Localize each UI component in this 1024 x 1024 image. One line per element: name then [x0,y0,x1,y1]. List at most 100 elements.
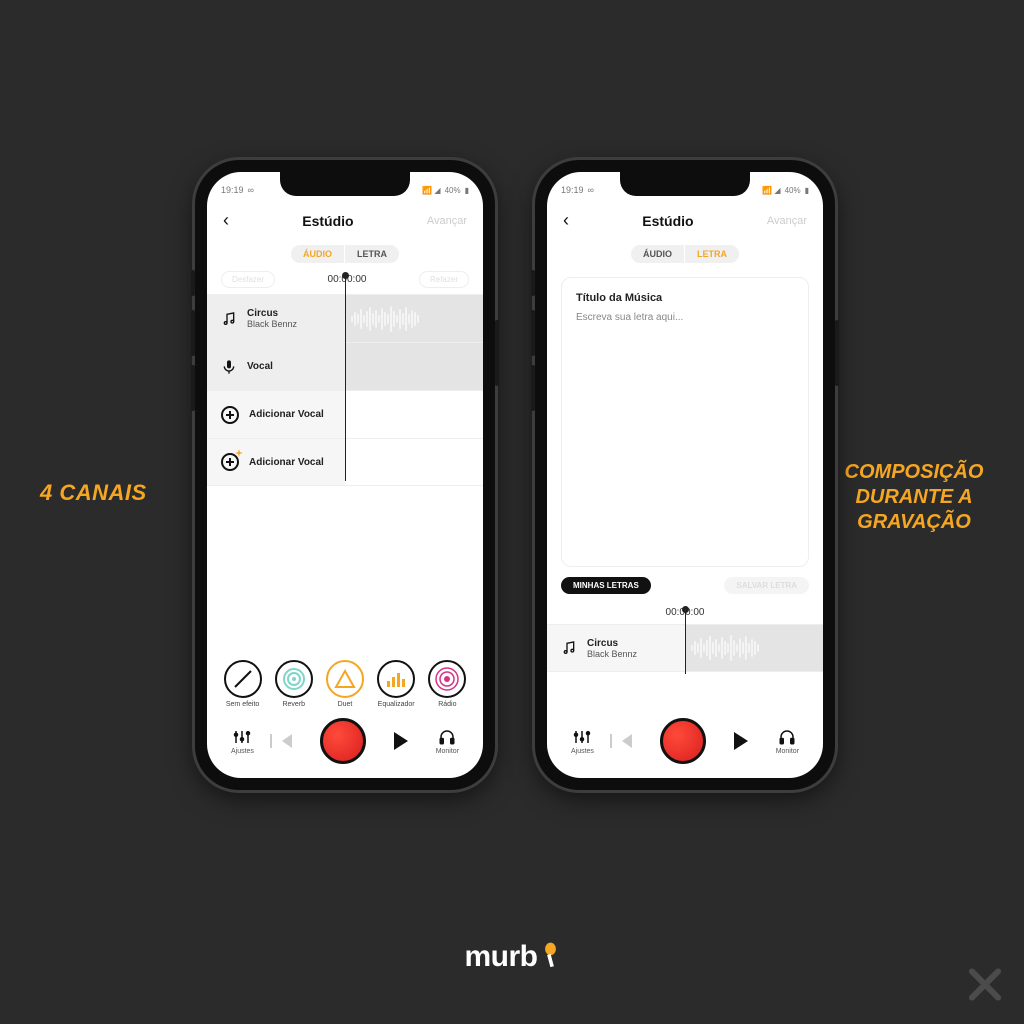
track-title: Vocal [247,361,273,372]
transport-bar: Ajustes Monitor [207,708,483,778]
track-list: CircusBlack Bennz [547,624,823,672]
lyric-placeholder: Escreva sua letra aqui... [576,312,794,323]
track-title: Circus [247,308,278,319]
headphones-icon [438,728,456,746]
side-button [531,310,535,356]
play-icon [394,732,408,750]
logo: murb [465,940,560,974]
tab-letra[interactable]: LETRA [345,245,399,263]
play-button[interactable] [394,732,408,750]
side-button [191,270,195,296]
plus-icon [221,406,239,424]
transport-label: Monitor [436,748,459,755]
status-time: 19:19 [561,185,584,195]
nav-next[interactable]: Avançar [767,215,807,227]
music-icon [221,311,237,327]
mic-logo-icon [542,942,560,972]
effect-label: Reverb [282,701,305,708]
tab-audio[interactable]: ÁUDIO [291,245,344,263]
redo-button[interactable]: Refazer [419,271,469,288]
effect-reverb[interactable]: Reverb [275,660,313,708]
side-button [191,310,195,356]
sliders-icon [233,728,251,746]
nav-next[interactable]: Avançar [427,215,467,227]
effect-duet[interactable]: Duet [326,660,364,708]
side-button [835,320,839,386]
adjust-button[interactable]: Ajustes [231,728,254,755]
effect-eq[interactable]: Equalizador [377,660,415,708]
save-lyric-chip[interactable]: SALVAR LETRA [724,577,809,594]
phone-left: 19:19∞ 📶 ◢40%▮ ‹ Estúdio Avançar ÁUDIO L… [195,160,495,790]
track-title: Circus [587,638,618,649]
effect-radio[interactable]: Rádio [428,660,466,708]
effect-none[interactable]: Sem efeito [224,660,262,708]
effect-label: Duet [338,701,353,708]
track-waveform[interactable] [345,295,483,342]
tab-audio[interactable]: ÁUDIO [631,245,684,263]
track-title: Adicionar Vocal [249,457,324,468]
track-waveform[interactable] [345,391,483,438]
notch [280,172,410,196]
play-button[interactable] [734,732,748,750]
prev-button[interactable] [282,734,292,748]
transport-label: Ajustes [571,748,594,755]
logo-text: murb [465,940,538,974]
track-waveform[interactable] [345,343,483,390]
side-button [531,270,535,296]
skip-back-icon [282,734,292,748]
back-button[interactable]: ‹ [223,210,229,231]
status-battery: 40% [445,186,461,195]
phone-row: 19:19∞ 📶 ◢40%▮ ‹ Estúdio Avançar ÁUDIO L… [195,160,835,790]
mic-icon [221,359,237,375]
music-icon [561,640,577,656]
headphones-icon [778,728,796,746]
track-waveform[interactable] [345,439,483,485]
eq-icon [384,667,408,691]
promo-left-label: 4 CANAIS [40,480,147,506]
slash-icon [231,667,255,691]
monitor-button[interactable]: Monitor [776,728,799,755]
corner-x-icon [963,963,1006,1006]
status-time: 19:19 [221,185,244,195]
sliders-icon [573,728,591,746]
playhead[interactable] [685,610,686,674]
lyric-card[interactable]: Título da Música Escreva sua letra aqui.… [561,277,809,567]
side-button [531,365,535,411]
phone-right: 19:19∞ 📶 ◢40%▮ ‹ Estúdio Avançar ÁUDIO L… [535,160,835,790]
triangle-icon [333,667,357,691]
transport-label: Monitor [776,748,799,755]
track-list: CircusBlack Bennz Vocal [207,294,483,486]
nav-bar: ‹ Estúdio Avançar [547,202,823,239]
tabs: ÁUDIO LETRA [207,245,483,263]
nav-bar: ‹ Estúdio Avançar [207,202,483,239]
back-button[interactable]: ‹ [563,210,569,231]
record-button[interactable] [660,718,706,764]
effect-label: Sem efeito [226,701,259,708]
notch [620,172,750,196]
transport-bar: Ajustes Monitor [547,708,823,778]
transport-label: Ajustes [231,748,254,755]
radio-icon [434,666,460,692]
effects-row: Sem efeito Reverb Duet Equalizador [207,660,483,708]
reverb-icon [281,666,307,692]
side-button [191,365,195,411]
undo-button[interactable]: Desfazer [221,271,275,288]
track-title: Adicionar Vocal [249,409,324,420]
track-sub: Black Bennz [247,319,297,329]
effect-label: Rádio [438,701,456,708]
side-button [495,320,499,386]
track-sub: Black Bennz [587,649,637,659]
playhead[interactable] [345,276,346,481]
lyric-title: Título da Música [576,292,794,304]
record-button[interactable] [320,718,366,764]
nav-title: Estúdio [302,213,353,229]
play-icon [734,732,748,750]
effect-label: Equalizador [378,701,415,708]
monitor-button[interactable]: Monitor [436,728,459,755]
prev-button[interactable] [622,734,632,748]
track-waveform[interactable] [685,625,823,671]
my-lyrics-chip[interactable]: MINHAS LETRAS [561,577,651,594]
tab-letra[interactable]: LETRA [685,245,739,263]
nav-title: Estúdio [642,213,693,229]
adjust-button[interactable]: Ajustes [571,728,594,755]
